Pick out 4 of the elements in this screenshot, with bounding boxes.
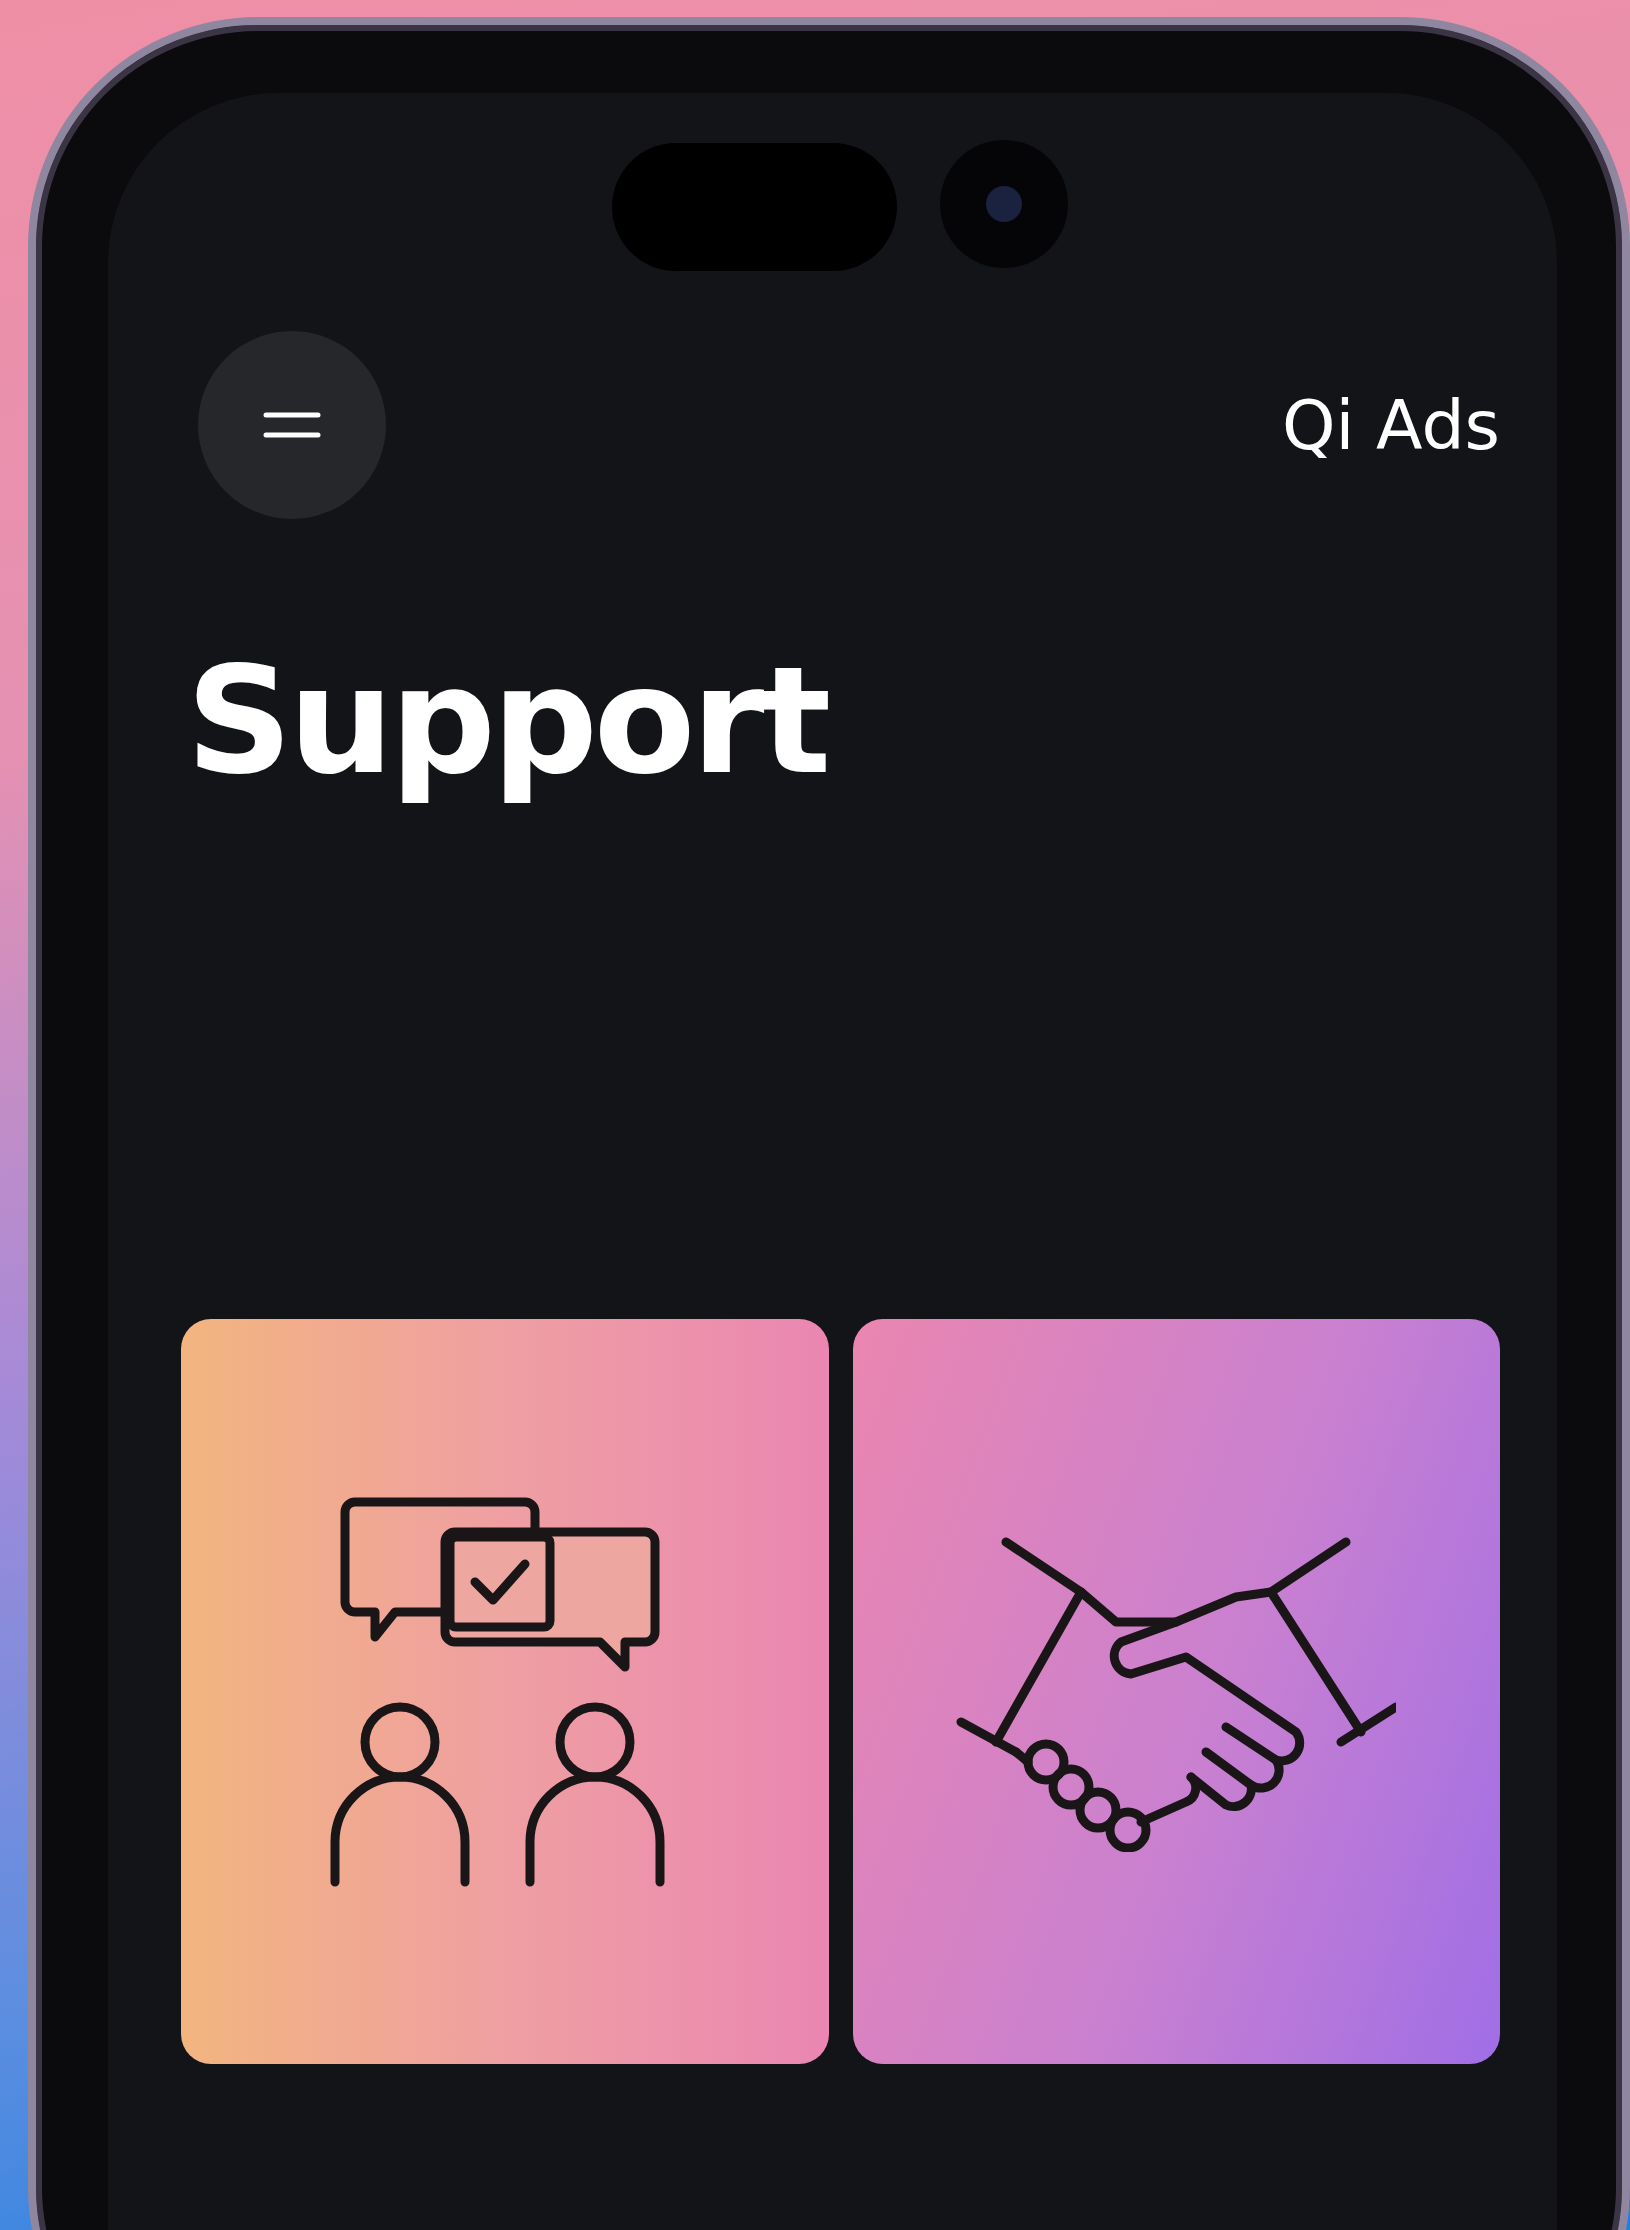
app-title: Qi Ads [1282,385,1500,465]
partnership-card[interactable] [852,1319,1500,2064]
page-title: Support [186,634,829,809]
chat-support-card[interactable] [181,1319,829,2064]
